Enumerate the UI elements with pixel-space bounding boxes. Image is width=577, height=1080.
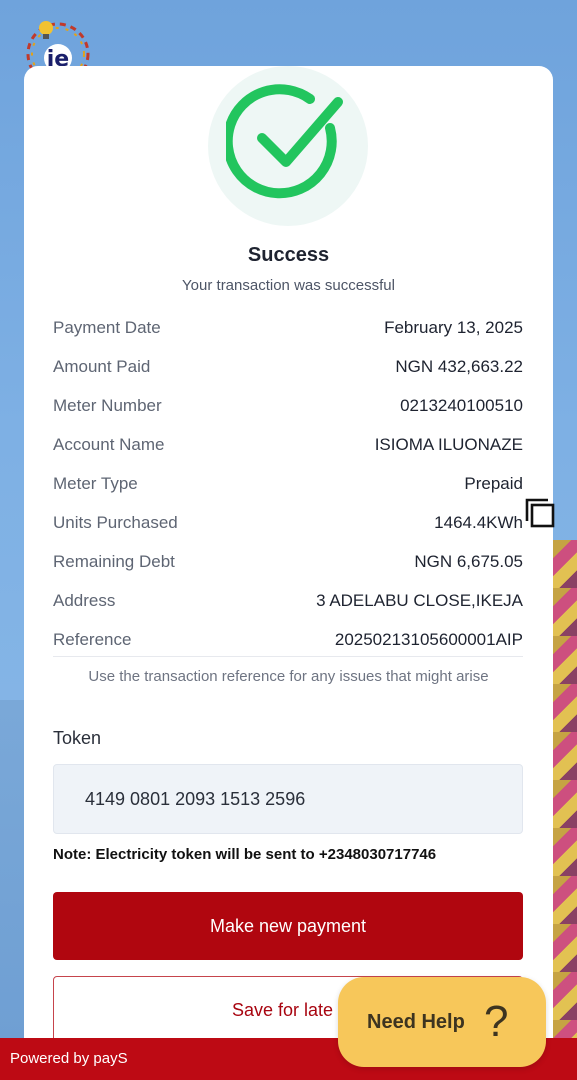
detail-value: ISIOMA ILUONAZE xyxy=(374,435,523,454)
powered-by-text: Powered by payS xyxy=(10,1050,128,1067)
detail-value: NGN 6,675.05 xyxy=(414,552,523,571)
detail-label: Meter Type xyxy=(53,474,138,493)
detail-row-account-name: Account Name ISIOMA ILUONAZE xyxy=(53,433,523,457)
detail-value: NGN 432,663.22 xyxy=(395,357,523,376)
detail-value: February 13, 2025 xyxy=(384,318,523,337)
question-icon[interactable]: ? xyxy=(484,997,524,1047)
token-label: Token xyxy=(53,728,102,748)
detail-label: Reference xyxy=(53,630,132,649)
reference-hint: Use the transaction reference for any is… xyxy=(88,668,489,685)
token-field[interactable]: 4149 0801 2093 1513 2596 xyxy=(53,764,523,834)
divider xyxy=(53,656,523,657)
success-icon xyxy=(208,66,368,226)
need-help-label: Need Help xyxy=(367,1011,465,1033)
detail-label: Payment Date xyxy=(53,318,161,337)
detail-label: Meter Number xyxy=(53,396,162,415)
detail-value: Prepaid xyxy=(464,474,523,493)
detail-row-meter-type: Meter Type Prepaid xyxy=(53,472,523,496)
detail-label: Amount Paid xyxy=(53,357,151,376)
copy-icon[interactable] xyxy=(524,497,556,529)
detail-row-reference: Reference 20250213105600001AIP xyxy=(53,628,523,652)
detail-label: Remaining Debt xyxy=(53,552,175,571)
detail-value: 3 ADELABU CLOSE,IKEJA xyxy=(316,591,523,610)
token-note: Note: Electricity token will be sent to … xyxy=(53,846,437,863)
background-building xyxy=(553,540,577,1040)
status-subtitle: Your transaction was successful xyxy=(182,277,395,294)
detail-label: Address xyxy=(53,591,116,610)
detail-row-remaining-debt: Remaining Debt NGN 6,675.05 xyxy=(53,550,523,574)
detail-label: Units Purchased xyxy=(53,513,178,532)
status-title: Success xyxy=(247,244,330,266)
detail-row-amount-paid: Amount Paid NGN 432,663.22 xyxy=(53,355,523,379)
detail-row-units-purchased: Units Purchased 1464.4KWh xyxy=(53,511,523,535)
make-new-payment-button[interactable]: Make new payment xyxy=(53,892,523,960)
detail-value: 20250213105600001AIP xyxy=(334,630,523,649)
detail-row-meter-number: Meter Number 0213240100510 xyxy=(53,394,523,418)
background-left xyxy=(0,700,24,1040)
detail-row-payment-date: Payment Date February 13, 2025 xyxy=(53,316,523,340)
detail-value: 1464.4KWh xyxy=(434,513,523,532)
detail-row-address: Address 3 ADELABU CLOSE,IKEJA xyxy=(53,589,523,613)
detail-value: 0213240100510 xyxy=(400,396,523,415)
detail-label: Account Name xyxy=(53,435,165,454)
